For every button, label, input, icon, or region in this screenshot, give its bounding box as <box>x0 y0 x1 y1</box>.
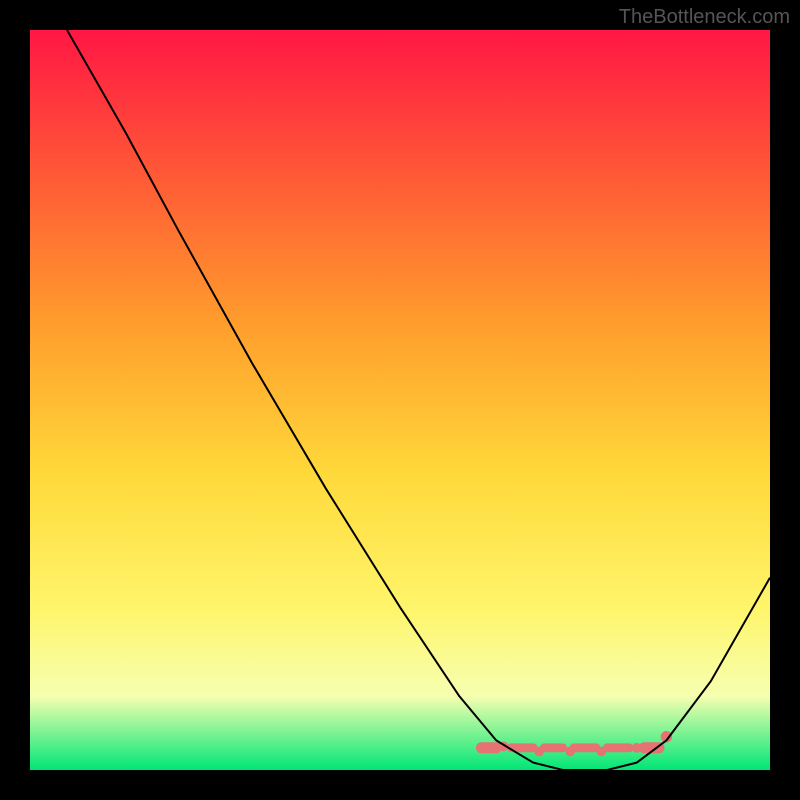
watermark-text: TheBottleneck.com <box>619 6 790 29</box>
gradient-background <box>30 30 770 770</box>
bottleneck-chart <box>30 30 770 770</box>
chart-container <box>30 30 770 770</box>
